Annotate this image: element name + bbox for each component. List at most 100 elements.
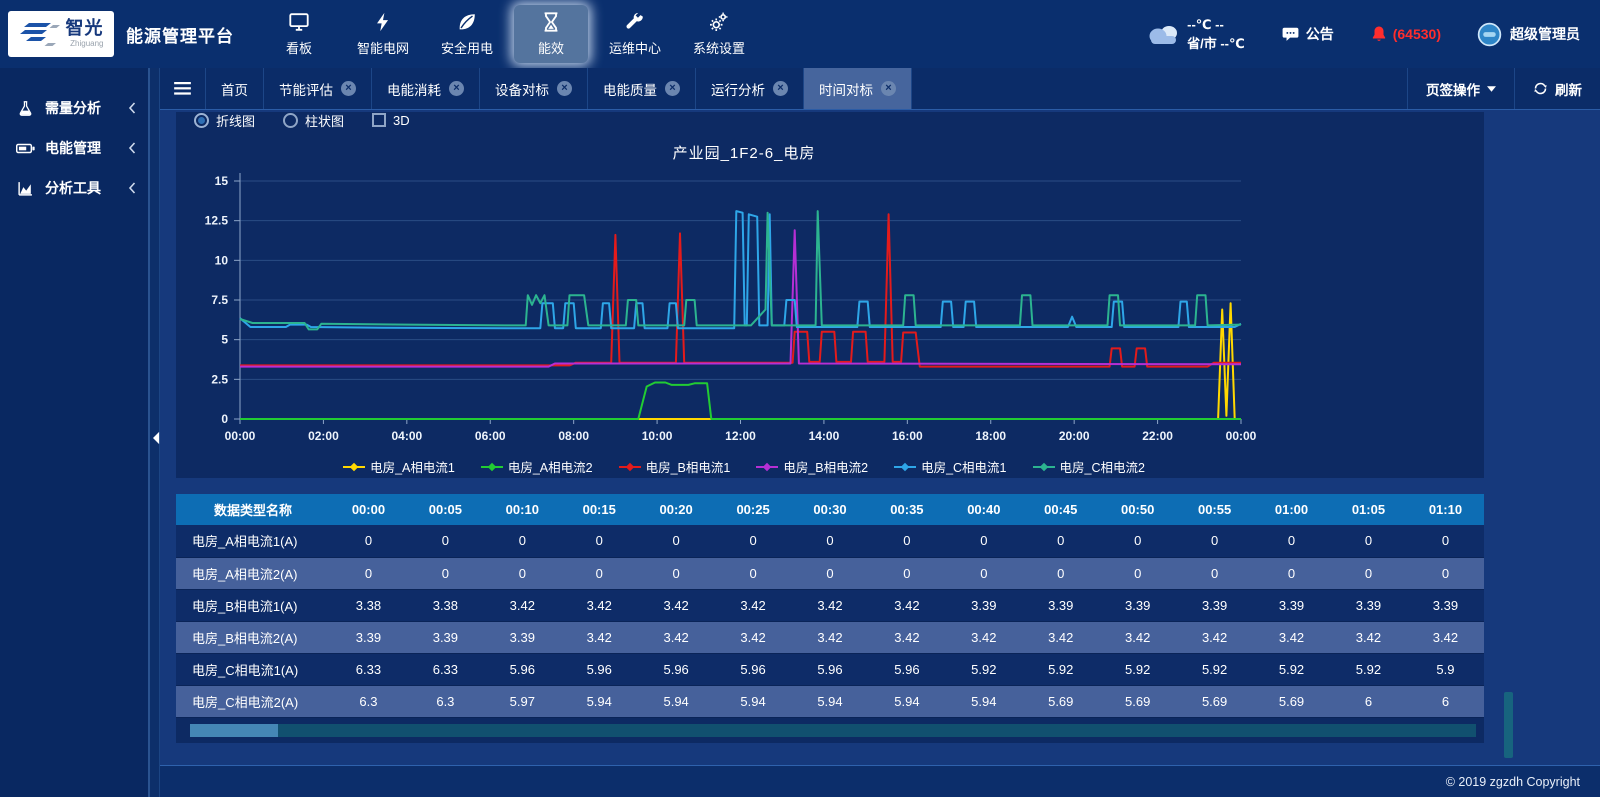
- table-row[interactable]: 电房_B相电流1(A)3.383.383.423.423.423.423.423…: [176, 589, 1484, 621]
- tab-4[interactable]: 设备对标×: [480, 68, 588, 109]
- close-icon[interactable]: ×: [773, 81, 788, 96]
- svg-text:2.5: 2.5: [211, 372, 228, 386]
- cell-value: 3.42: [1330, 621, 1407, 653]
- sidebar-item-2[interactable]: 电能管理: [0, 128, 148, 168]
- table-row[interactable]: 电房_C相电流2(A)6.36.35.975.945.945.945.945.9…: [176, 685, 1484, 717]
- cell-value: 3.39: [484, 621, 561, 653]
- tab-7[interactable]: 时间对标×: [804, 68, 912, 109]
- table-row[interactable]: 电房_A相电流2(A)000000000000000: [176, 557, 1484, 589]
- alarm-button[interactable]: (64530): [1370, 25, 1441, 43]
- svg-text:02:00: 02:00: [308, 429, 339, 443]
- cell-value: 3.42: [1099, 621, 1176, 653]
- tab-operations-dropdown[interactable]: 页签操作: [1407, 68, 1514, 109]
- refresh-button[interactable]: 刷新: [1514, 68, 1600, 109]
- tab-5[interactable]: 电能质量×: [588, 68, 696, 109]
- svg-text:22:00: 22:00: [1142, 429, 1173, 443]
- workspace: 首页节能评估×电能消耗×设备对标×电能质量×运行分析×时间对标× 页签操作 刷新: [160, 68, 1600, 797]
- cell-value: 3.42: [945, 621, 1022, 653]
- tab-6[interactable]: 运行分析 ×: [696, 68, 804, 109]
- cell-value: 5.97: [484, 685, 561, 717]
- sidebar-collapse-divider[interactable]: [148, 68, 160, 797]
- checkbox-box[interactable]: [372, 113, 386, 127]
- cell-value: 6: [1407, 685, 1484, 717]
- svg-text:0: 0: [221, 412, 228, 426]
- close-icon[interactable]: ×: [449, 81, 464, 96]
- nav-item-hourglass[interactable]: 能效: [514, 5, 588, 63]
- chart-type-radio-2[interactable]: 柱状图: [283, 112, 344, 130]
- brand-logo[interactable]: 智光 Zhiguang: [8, 11, 114, 57]
- tab-3[interactable]: 电能消耗×: [372, 68, 480, 109]
- legend-item-6[interactable]: 电房_C相电流2: [1033, 457, 1145, 476]
- tab-label: 运行分析: [711, 79, 765, 99]
- cell-value: 3.39: [1176, 589, 1253, 621]
- copyright-text: © 2019 zgzdh Copyright: [1446, 775, 1580, 789]
- table-row[interactable]: 电房_B相电流2(A)3.393.393.393.423.423.423.423…: [176, 621, 1484, 653]
- col-header: 01:05: [1330, 494, 1407, 525]
- tab-1[interactable]: 首页: [206, 68, 264, 109]
- col-header: 00:25: [715, 494, 792, 525]
- cell-value: 3.42: [715, 589, 792, 621]
- col-header: 00:15: [561, 494, 638, 525]
- tab-2[interactable]: 节能评估 ×: [264, 68, 372, 109]
- caret-down-icon: [1487, 86, 1496, 92]
- legend-item-1[interactable]: 电房_A相电流1: [343, 457, 455, 476]
- table-row[interactable]: 电房_A相电流1(A)000000000000000: [176, 525, 1484, 557]
- chart-type-radio-1[interactable]: 折线图: [194, 112, 255, 130]
- cell-value: 3.42: [561, 621, 638, 653]
- chart-3d-checkbox[interactable]: 3D: [372, 113, 410, 128]
- table-row[interactable]: 电房_C相电流1(A)6.336.335.965.965.965.965.965…: [176, 653, 1484, 685]
- legend-item-3[interactable]: 电房_B相电流1: [619, 457, 731, 476]
- cell-value: 0: [407, 557, 484, 589]
- cell-value: 5.94: [561, 685, 638, 717]
- cell-value: 3.39: [1330, 589, 1407, 621]
- tab-label: 节能评估: [279, 79, 333, 99]
- radio-circle[interactable]: [283, 113, 298, 128]
- nav-item-wrench[interactable]: 运维中心: [598, 5, 672, 63]
- legend-item-5[interactable]: 电房_C相电流1: [894, 457, 1006, 476]
- collapse-handle-icon[interactable]: [152, 430, 160, 445]
- close-icon[interactable]: ×: [881, 81, 896, 96]
- cell-value: 3.42: [638, 621, 715, 653]
- lightning-icon: [372, 11, 394, 33]
- col-header: 00:50: [1099, 494, 1176, 525]
- avatar-icon: [1477, 22, 1502, 47]
- nav-item-monitor[interactable]: 看板: [262, 5, 336, 63]
- legend-item-2[interactable]: 电房_A相电流2: [481, 457, 593, 476]
- close-icon[interactable]: ×: [341, 81, 356, 96]
- nav-item-gears[interactable]: 系统设置: [682, 5, 756, 63]
- sidebar-item-3[interactable]: 分析工具: [0, 168, 148, 208]
- chart-legend: 电房_A相电流1 电房_A相电流2 电房_B相电流1 电房_B相电流2 电房_C相电流1…: [176, 457, 1312, 476]
- series-marker-icon: [1033, 462, 1055, 472]
- svg-text:04:00: 04:00: [391, 429, 422, 443]
- nav-item-lightning[interactable]: 智能电网: [346, 5, 420, 63]
- legend-label: 电房_B相电流1: [646, 457, 731, 476]
- cell-value: 0: [1407, 557, 1484, 589]
- cell-value: 5.96: [484, 653, 561, 685]
- svg-text:16:00: 16:00: [892, 429, 923, 443]
- cell-value: 3.39: [1099, 589, 1176, 621]
- cell-value: 0: [484, 557, 561, 589]
- cell-value: 0: [330, 525, 407, 557]
- user-menu[interactable]: 超级管理员: [1477, 22, 1580, 47]
- horizontal-scroll-thumb[interactable]: [190, 724, 278, 737]
- notice-button[interactable]: 公告: [1281, 24, 1334, 44]
- tab-list-toggle[interactable]: [160, 68, 206, 109]
- table-horizontal-scrollbar[interactable]: [190, 724, 1476, 737]
- nav-item-leaf[interactable]: 安全用电: [430, 5, 504, 63]
- close-icon[interactable]: ×: [557, 81, 572, 96]
- radio-circle[interactable]: [194, 113, 209, 128]
- close-icon[interactable]: ×: [665, 81, 680, 96]
- cell-value: 5.94: [792, 685, 869, 717]
- col-header: 00:10: [484, 494, 561, 525]
- legend-item-4[interactable]: 电房_B相电流2: [756, 457, 868, 476]
- nav-item-label: 能效: [538, 38, 564, 57]
- svg-text:08:00: 08:00: [558, 429, 589, 443]
- cell-value: 0: [638, 557, 715, 589]
- cell-value: 0: [1176, 525, 1253, 557]
- sidebar-item-1[interactable]: 需量分析: [0, 88, 148, 128]
- col-header: 00:45: [1022, 494, 1099, 525]
- battery-icon: [16, 140, 35, 157]
- cell-value: 5.92: [1176, 653, 1253, 685]
- series-marker-icon: [894, 462, 916, 472]
- vertical-scroll-thumb[interactable]: [1504, 692, 1513, 758]
